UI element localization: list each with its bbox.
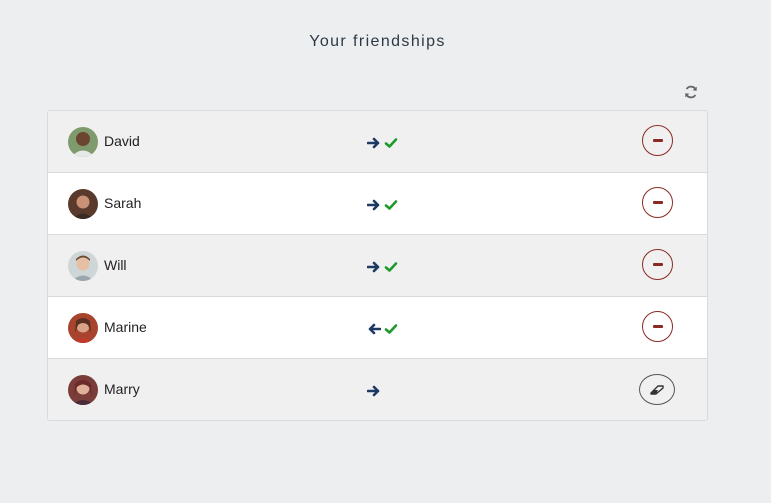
friendship-status bbox=[367, 383, 381, 399]
friendship-status bbox=[367, 321, 398, 337]
avatar bbox=[68, 313, 98, 343]
avatar bbox=[68, 375, 98, 405]
arrow-right-icon bbox=[367, 385, 380, 397]
avatar bbox=[68, 189, 98, 219]
eraser-icon bbox=[650, 384, 664, 395]
avatar bbox=[68, 127, 98, 157]
check-icon bbox=[384, 138, 398, 148]
remove-friend-button[interactable] bbox=[642, 311, 673, 342]
minus-icon bbox=[652, 263, 663, 266]
arrow-right-icon bbox=[367, 137, 380, 149]
friend-name: Marry bbox=[104, 381, 140, 397]
friendship-list: David Sarah Will Marine Marry bbox=[47, 110, 708, 421]
remove-friend-button[interactable] bbox=[642, 249, 673, 280]
friend-row-david: David bbox=[48, 111, 707, 173]
avatar bbox=[68, 251, 98, 281]
remove-friend-button[interactable] bbox=[642, 187, 673, 218]
friendship-status bbox=[367, 197, 398, 213]
check-icon bbox=[384, 324, 398, 334]
friend-row-will: Will bbox=[48, 235, 707, 297]
friend-name: Sarah bbox=[104, 195, 142, 211]
check-icon bbox=[384, 200, 398, 210]
arrow-right-icon bbox=[367, 261, 380, 273]
minus-icon bbox=[652, 325, 663, 328]
page-title: Your friendships bbox=[309, 33, 446, 50]
arrow-right-icon bbox=[367, 199, 380, 211]
friend-row-sarah: Sarah bbox=[48, 173, 707, 235]
friend-name: David bbox=[104, 133, 140, 149]
minus-icon bbox=[652, 139, 663, 142]
friendship-status bbox=[367, 135, 398, 151]
minus-icon bbox=[652, 201, 663, 204]
refresh-icon[interactable] bbox=[683, 84, 699, 100]
check-icon bbox=[384, 262, 398, 272]
arrow-left-icon bbox=[368, 323, 381, 335]
friend-name: Marine bbox=[104, 319, 147, 335]
friend-name: Will bbox=[104, 257, 127, 273]
friendship-status bbox=[367, 259, 398, 275]
friend-row-marine: Marine bbox=[48, 297, 707, 359]
remove-friend-button[interactable] bbox=[642, 125, 673, 156]
friend-row-marry: Marry bbox=[48, 359, 707, 420]
cancel-request-button[interactable] bbox=[639, 374, 675, 405]
